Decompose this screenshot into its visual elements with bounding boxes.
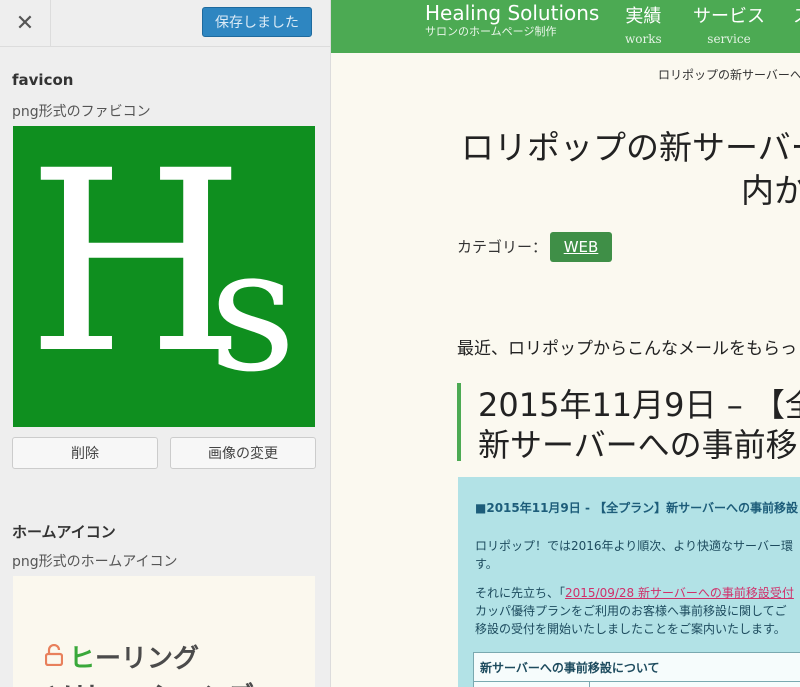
email-link[interactable]: 2015/09/28 新サーバーへの事前移設受付 <box>565 586 794 600</box>
close-icon: ✕ <box>15 10 35 36</box>
panel-header: ✕ 保存しました <box>0 0 330 47</box>
change-favicon-button[interactable]: 画像の変更 <box>170 437 316 469</box>
email-paragraph: ロリポップ！では2016年より順次、より快適なサーバー環 <box>475 539 793 553</box>
heading-accent-bar <box>457 383 461 461</box>
home-icon-section-description: png形式のホームアイコン <box>12 554 178 570</box>
nav-item-label: サービス <box>693 6 765 27</box>
email-paragraph: カッパ優待プランをご利用のお客様へ事前移設に関してご <box>475 604 787 618</box>
table-divider <box>474 681 800 682</box>
nav-item-sublabel: works <box>625 32 662 46</box>
email-paragraph: 移設の受付を開始いたしましたことをご案内いたします。 <box>475 622 786 636</box>
section-heading-line2: 新サーバーへの事前移 <box>478 426 798 464</box>
home-icon-preview-image: ヒーリング ソリューションズ <box>13 576 315 687</box>
site-preview: Healing Solutions サロンのホームページ制作 実績 works … <box>331 0 800 687</box>
category-label: カテゴリー： <box>457 238 548 256</box>
home-logo-rest: ーリング <box>95 644 200 674</box>
email-table-header: 新サーバーへの事前移設について <box>480 661 660 675</box>
table-divider <box>589 681 590 687</box>
home-logo-first-char: ヒ <box>69 644 96 674</box>
customizer-panel: ✕ 保存しました favicon png形式のファビコン H s 削除 画像の変… <box>0 0 331 687</box>
email-screenshot: ■2015年11月9日 - 【全プラン】新サーバーへの事前移設 ロリポップ！では… <box>458 477 800 687</box>
email-heading: ■2015年11月9日 - 【全プラン】新サーバーへの事前移設 <box>475 501 799 515</box>
nav-item-works[interactable]: 実績 works <box>625 2 662 46</box>
nav-item-service[interactable]: サービス service <box>693 2 765 46</box>
remove-favicon-button[interactable]: 削除 <box>12 437 158 469</box>
nav-item-sublabel: service <box>707 32 751 46</box>
email-paragraph: それに先立ち、「2015/09/28 新サーバーへの事前移設受付 <box>475 584 794 601</box>
intro-paragraph: 最近、ロリポップからこんなメールをもらっ <box>457 339 797 359</box>
site-title[interactable]: Healing Solutions <box>425 1 599 25</box>
home-icon-section-title: ホームアイコン <box>12 523 116 541</box>
post-title-line2: 内か <box>741 171 800 210</box>
site-header: Healing Solutions サロンのホームページ制作 実績 works … <box>331 0 800 53</box>
favicon-section-title: favicon <box>12 71 74 89</box>
favicon-section-description: png形式のファビコン <box>12 104 151 120</box>
category-link-web[interactable]: WEB <box>550 232 612 262</box>
breadcrumb[interactable]: ロリポップの新サーバーへ <box>658 66 800 83</box>
nav-item-label: 実績 <box>625 6 662 27</box>
email-text: それに先立ち、「 <box>475 586 566 600</box>
favicon-letter-h: H <box>27 126 245 408</box>
email-table: 新サーバーへの事前移設について <box>473 652 800 687</box>
site-subtitle: サロンのホームページ制作 <box>425 25 557 38</box>
favicon-preview-image: H s <box>13 126 315 427</box>
close-button[interactable]: ✕ <box>0 0 51 46</box>
favicon-letter-s: s <box>209 212 297 410</box>
email-paragraph: す。 <box>475 557 498 571</box>
save-button[interactable]: 保存しました <box>202 7 312 37</box>
post-title: ロリポップの新サーバー <box>461 128 800 167</box>
home-logo-text: ヒーリング <box>69 638 199 675</box>
lock-icon <box>45 644 63 666</box>
home-logo-line2: ソリューションズ <box>47 676 254 687</box>
nav-item-next[interactable]: ス <box>793 2 800 28</box>
